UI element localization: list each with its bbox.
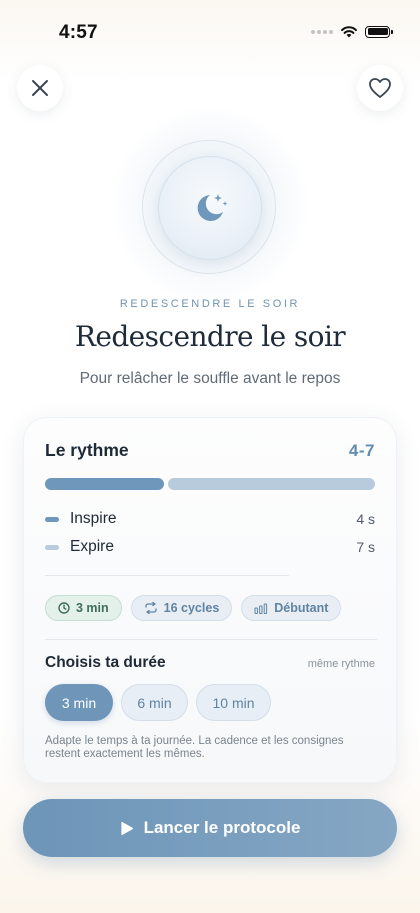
duration-title: Choisis ta durée (45, 654, 166, 671)
divider (45, 639, 377, 640)
status-bar: 4:57 (0, 0, 420, 60)
status-icons (311, 25, 393, 38)
phase-exhale: Expire 7 s (45, 538, 375, 556)
session-chips: 3 min 16 cycles Débutant (45, 595, 342, 621)
phase-label: Expire (70, 538, 114, 555)
rhythm-card: Le rythme 4-7 Inspire 4 s Expire 7 s 3 m… (23, 417, 397, 783)
battery-icon (365, 25, 393, 38)
rhythm-ratio: 4-7 (348, 441, 375, 460)
chip-duration: 3 min (45, 595, 122, 621)
exhale-marker (45, 544, 59, 550)
chip-label: 16 cycles (163, 601, 220, 615)
play-icon (120, 821, 133, 835)
rhythm-title: Le rythme (45, 440, 129, 460)
duration-note: même rythme (307, 658, 375, 670)
chip-level: Débutant (241, 595, 342, 621)
duration-options: 3 min 6 min 10 min (45, 684, 271, 721)
hero-badge (158, 156, 262, 260)
start-protocol-label: Lancer le protocole (143, 818, 301, 837)
phase-inhale: Inspire 4 s (45, 510, 375, 528)
repeat-icon (145, 602, 157, 614)
heart-icon (369, 78, 391, 98)
duration-option-3min[interactable]: 3 min (45, 684, 113, 721)
duration-option-6min[interactable]: 6 min (121, 684, 188, 721)
close-icon (32, 80, 48, 96)
phase-duration: 4 s (356, 511, 375, 527)
status-time: 4:57 (59, 22, 98, 43)
chip-label: 3 min (76, 601, 109, 615)
chip-label: Débutant (274, 601, 329, 615)
session-title: Redescendre le soir (74, 320, 346, 353)
duration-helper-text: Adapte le temps à ta journée. La cadence… (45, 735, 344, 760)
session-eyebrow: REDESCENDRE LE SOIR (119, 298, 301, 310)
rhythm-header: Le rythme 4-7 (45, 440, 375, 461)
phase-label: Inspire (70, 510, 117, 527)
start-protocol-button[interactable]: Lancer le protocole (23, 799, 397, 857)
phase-duration: 7 s (356, 539, 375, 555)
duration-header: Choisis ta durée même rythme (45, 654, 375, 672)
favorite-button[interactable] (357, 65, 403, 111)
moon-stars-icon (197, 194, 228, 221)
wifi-icon (341, 26, 357, 38)
inhale-segment (45, 478, 164, 490)
inhale-marker (45, 516, 59, 522)
ratio-bar (45, 478, 375, 490)
signal-dots-icon (311, 29, 333, 34)
clock-icon (58, 602, 70, 614)
bars-icon (254, 603, 268, 614)
divider (45, 575, 289, 576)
duration-option-10min[interactable]: 10 min (196, 684, 271, 721)
session-subtitle: Pour relâcher le souffle avant le repos (79, 370, 341, 387)
close-button[interactable] (17, 65, 63, 111)
exhale-segment (168, 478, 375, 490)
chip-cycles: 16 cycles (130, 595, 233, 621)
